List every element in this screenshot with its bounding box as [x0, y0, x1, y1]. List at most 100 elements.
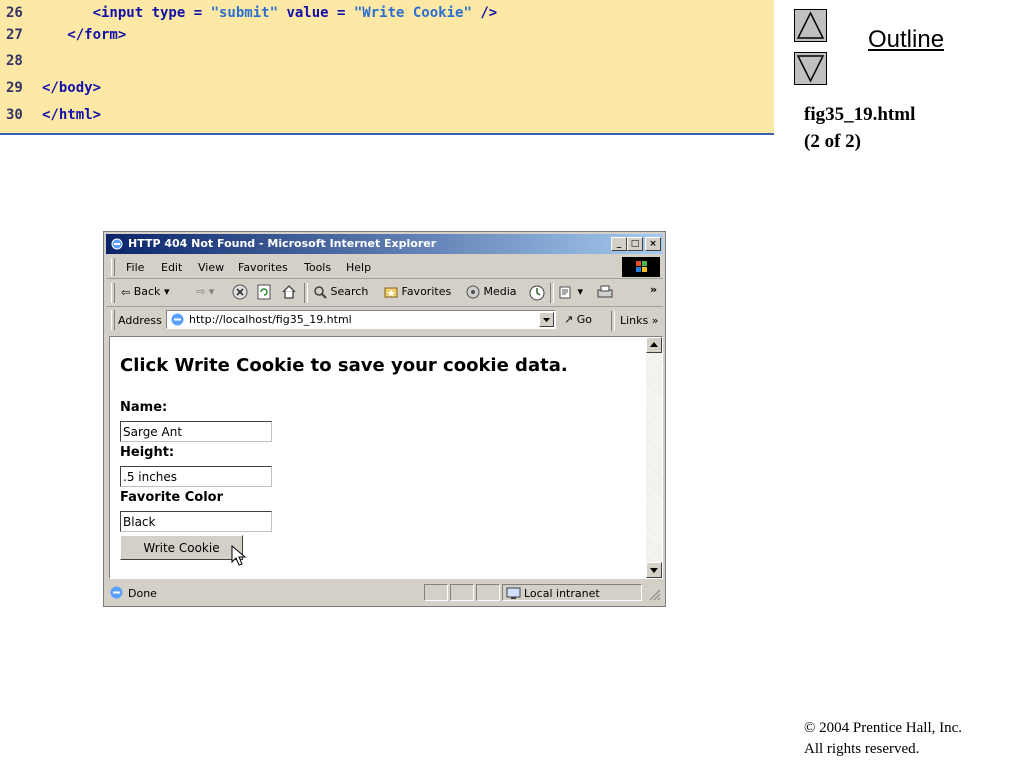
- next-slide-button[interactable]: [794, 52, 827, 85]
- code-line-28: 28: [0, 48, 42, 74]
- code-text: </html>: [42, 107, 102, 123]
- code-text: </form>: [42, 27, 127, 43]
- history-icon[interactable]: [528, 284, 546, 302]
- mail-icon: [559, 286, 571, 299]
- page-icon: [171, 313, 184, 326]
- go-label: Go: [576, 313, 592, 326]
- rights-line: All rights reserved.: [804, 741, 920, 757]
- browser-window: HTTP 404 Not Found - Microsoft Internet …: [103, 231, 666, 607]
- code-string: "submit": [210, 5, 279, 21]
- line-number: 29: [6, 80, 23, 96]
- address-input[interactable]: http://localhost/fig35_19.html: [166, 310, 556, 329]
- stop-icon[interactable]: [232, 284, 248, 300]
- favorites-label: Favorites: [401, 285, 452, 298]
- address-dropdown-button[interactable]: [539, 312, 554, 327]
- address-bar: Address http://localhost/fig35_19.html ↗…: [106, 308, 663, 332]
- code-string: "Write Cookie": [353, 5, 472, 21]
- scroll-down-button[interactable]: [646, 562, 662, 578]
- address-separator: [611, 311, 615, 331]
- toolbar-overflow-button[interactable]: »: [650, 283, 657, 296]
- go-arrow-icon: ↗: [564, 313, 574, 326]
- toolbar-grip: [111, 283, 115, 303]
- media-icon: [466, 285, 480, 299]
- ie-logo-icon: [111, 238, 123, 250]
- favorites-button[interactable]: Favorites: [384, 285, 451, 299]
- page-content: Click Write Cookie to save your cookie d…: [109, 336, 663, 579]
- search-button[interactable]: Search: [313, 285, 368, 299]
- toolbar-separator: [550, 283, 554, 303]
- search-label: Search: [330, 285, 369, 298]
- back-arrow-icon: ⇦: [121, 285, 131, 299]
- menu-favorites[interactable]: Favorites: [238, 261, 288, 274]
- chevron-down-icon: ▾: [208, 285, 215, 298]
- code-line-29: 29 </body>: [0, 75, 101, 101]
- address-grip: [111, 310, 115, 330]
- forward-arrow-icon: ⇨: [196, 285, 206, 298]
- status-bar: Done Local intranet: [106, 582, 663, 604]
- menu-grip: [111, 258, 115, 276]
- write-cookie-button[interactable]: Write Cookie: [120, 535, 243, 560]
- name-input[interactable]: [120, 421, 272, 442]
- home-icon[interactable]: [281, 284, 297, 300]
- previous-slide-button[interactable]: [794, 9, 827, 42]
- page-done-icon: [110, 586, 123, 599]
- go-button[interactable]: ↗ Go: [564, 313, 592, 326]
- window-title: HTTP 404 Not Found - Microsoft Internet …: [128, 237, 437, 250]
- chevron-down-icon: ▾: [577, 285, 584, 298]
- forward-button[interactable]: ⇨ ▾: [196, 285, 214, 298]
- menu-view[interactable]: View: [198, 261, 224, 274]
- maximize-button[interactable]: □: [627, 237, 643, 251]
- local-intranet-icon: [506, 587, 521, 599]
- height-label: Height:: [120, 445, 175, 460]
- vertical-scrollbar[interactable]: [646, 337, 662, 578]
- media-button[interactable]: Media: [466, 285, 517, 299]
- line-number: 30: [6, 107, 23, 123]
- favorite-color-label: Favorite Color: [120, 490, 223, 505]
- code-listing: 26 <input type = "submit" value = "Write…: [0, 0, 774, 135]
- minimize-button[interactable]: _: [611, 237, 627, 251]
- triangle-up-icon: [796, 11, 825, 39]
- resize-grip-icon[interactable]: [648, 588, 661, 601]
- menu-help[interactable]: Help: [346, 261, 371, 274]
- figure-filename: fig35_19.html: [804, 104, 916, 125]
- chevron-down-icon: ▾: [163, 285, 170, 298]
- code-text: </body>: [42, 80, 102, 96]
- name-label: Name:: [120, 400, 168, 415]
- height-input[interactable]: [120, 466, 272, 487]
- chevron-down-icon: [543, 318, 550, 322]
- page-heading: Click Write Cookie to save your cookie d…: [120, 355, 568, 376]
- line-number: 28: [6, 53, 23, 69]
- outline-link[interactable]: Outline: [868, 26, 944, 54]
- title-bar[interactable]: HTTP 404 Not Found - Microsoft Internet …: [106, 234, 663, 254]
- print-icon[interactable]: [596, 284, 614, 300]
- arrow-up-icon: [650, 342, 658, 347]
- mouse-cursor-icon: [231, 545, 247, 566]
- links-button[interactable]: Links »: [620, 314, 658, 327]
- favorites-folder-icon: [384, 287, 398, 298]
- favorite-color-input[interactable]: [120, 511, 272, 532]
- code-line-30: 30 </html>: [0, 102, 101, 128]
- address-label: Address: [118, 314, 162, 327]
- address-value: http://localhost/fig35_19.html: [189, 313, 352, 326]
- menu-file[interactable]: File: [126, 261, 144, 274]
- status-cell: [450, 584, 474, 601]
- code-text: <input type =: [42, 5, 211, 21]
- close-button[interactable]: ×: [645, 237, 661, 251]
- zone-text: Local intranet: [524, 587, 600, 600]
- copyright-notice: © 2004 Prentice Hall, Inc. All rights re…: [804, 718, 962, 760]
- windows-flag-icon: [636, 261, 647, 272]
- back-button[interactable]: ⇦ Back ▾: [121, 285, 169, 299]
- refresh-icon[interactable]: [256, 284, 272, 300]
- mail-button[interactable]: ▾: [558, 285, 583, 299]
- copyright-line: © 2004 Prentice Hall, Inc.: [804, 720, 963, 736]
- back-label: Back: [133, 285, 161, 298]
- menu-tools[interactable]: Tools: [304, 261, 331, 274]
- status-text: Done: [128, 587, 157, 600]
- status-cell: [424, 584, 448, 601]
- arrow-down-icon: [650, 568, 658, 573]
- windows-logo: [622, 257, 660, 277]
- media-label: Media: [483, 285, 517, 298]
- menu-edit[interactable]: Edit: [161, 261, 182, 274]
- status-cell: [476, 584, 500, 601]
- scroll-up-button[interactable]: [646, 337, 662, 353]
